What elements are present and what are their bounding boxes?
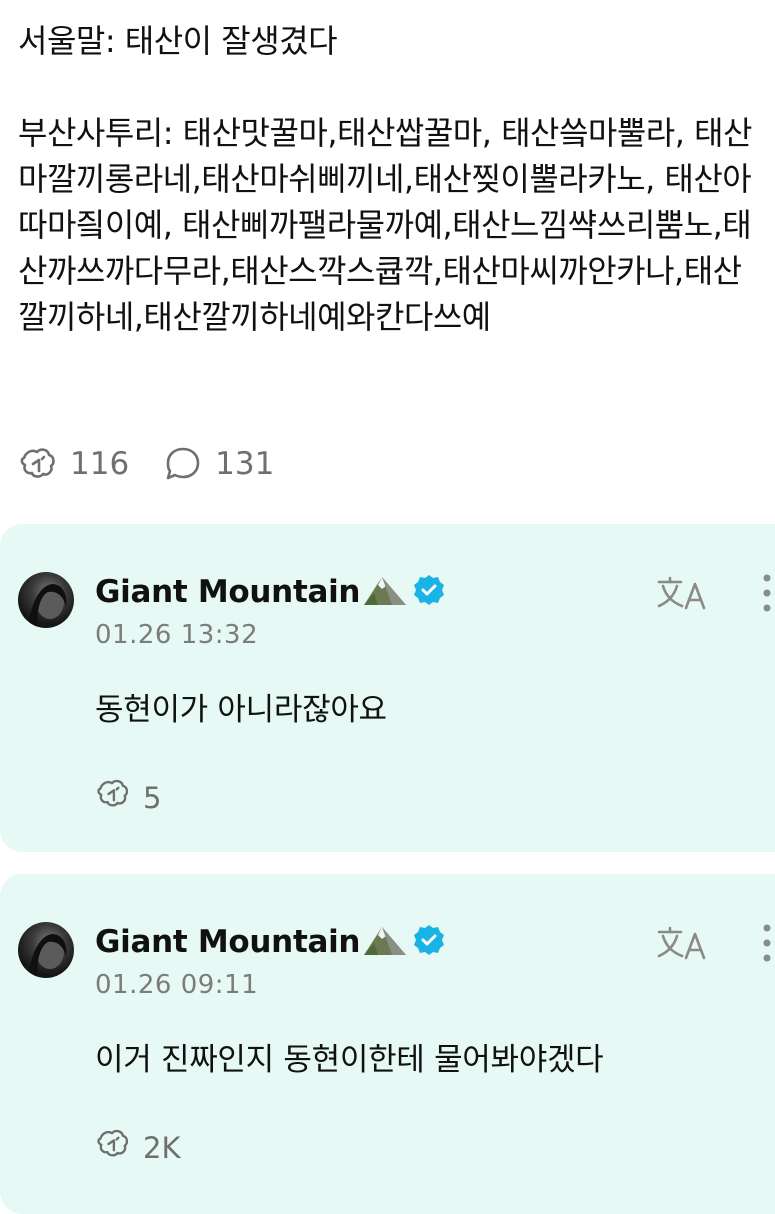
post-line-busan: 부산사투리: 태산맛꿀마,태산쌉꿀마, 태산씈마뿔라, 태산마깔끼롱라네,태산마… xyxy=(18,114,752,336)
reply-timestamp: 01.26 09:11 xyxy=(95,970,259,1000)
reply-repost-button[interactable]: 5 xyxy=(95,776,161,819)
author-row: Giant Mountain xyxy=(95,572,446,612)
repost-icon xyxy=(18,444,58,484)
reply-text: 동현이가 아니라잖아요 xyxy=(95,692,387,728)
repost-icon xyxy=(95,1126,131,1169)
translate-icon[interactable] xyxy=(656,924,708,968)
comment-button[interactable]: 131 xyxy=(163,444,274,484)
reply-card[interactable]: Giant Mountain 01.26 13:32 동현이가 아니라잖아요 5 xyxy=(0,524,775,852)
author-name[interactable]: Giant Mountain xyxy=(95,924,361,960)
reply-repost-button[interactable]: 2K xyxy=(95,1126,180,1169)
main-post: 서울말: 태산이 잘생겼다 부산사투리: 태산맛꿀마,태산쌉꿀마, 태산씈마뿔라… xyxy=(0,0,775,520)
reply-repost-count: 2K xyxy=(143,1130,181,1165)
reply-card[interactable]: Giant Mountain 01.26 09:11 이거 진짜인지 동현이한테… xyxy=(0,874,775,1214)
reply-text: 이거 진짜인지 동현이한테 물어봐야겠다 xyxy=(95,1042,604,1078)
post-text: 서울말: 태산이 잘생겼다 부산사투리: 태산맛꿀마,태산쌉꿀마, 태산씈마뿔라… xyxy=(18,18,766,340)
translate-icon[interactable] xyxy=(656,574,708,618)
reply-timestamp: 01.26 13:32 xyxy=(95,620,259,650)
reply-repost-count: 5 xyxy=(143,780,162,815)
more-vertical-icon[interactable] xyxy=(760,572,774,620)
repost-count: 116 xyxy=(70,446,130,482)
repost-button[interactable]: 116 xyxy=(18,444,129,484)
avatar[interactable] xyxy=(18,922,74,978)
comment-count: 131 xyxy=(215,446,275,482)
author-name[interactable]: Giant Mountain xyxy=(95,574,361,610)
comment-bubble-icon xyxy=(163,444,203,484)
mountain-emoji xyxy=(362,573,408,611)
post-line-seoul: 서울말: 태산이 잘생겼다 xyxy=(18,22,338,60)
mountain-emoji xyxy=(362,923,408,961)
more-vertical-icon[interactable] xyxy=(760,922,774,970)
author-row: Giant Mountain xyxy=(95,922,446,962)
verified-badge-icon xyxy=(412,573,446,611)
repost-icon xyxy=(95,776,131,819)
avatar[interactable] xyxy=(18,572,74,628)
post-stats: 116 131 xyxy=(18,442,274,486)
verified-badge-icon xyxy=(412,923,446,961)
